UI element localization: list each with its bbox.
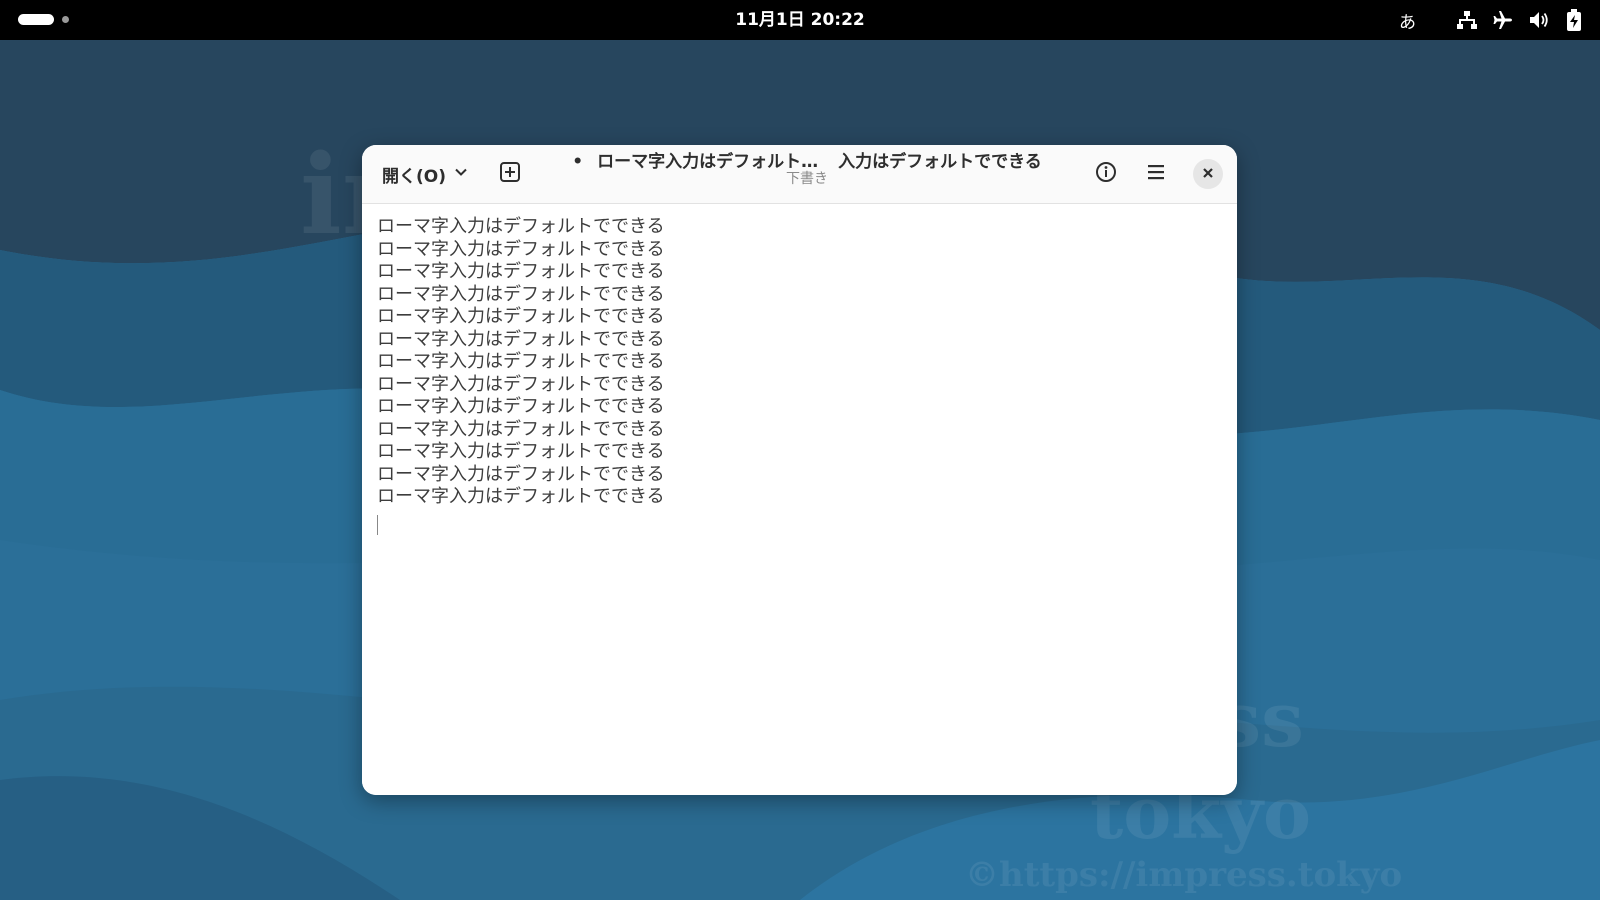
close-icon — [1201, 165, 1215, 184]
volume-icon — [1528, 9, 1550, 31]
window-title-secondary: 入力はデフォルトでできる — [838, 152, 1042, 172]
editor-line: ローマ字入力はデフォルトでできる — [377, 396, 665, 417]
document-info-button[interactable] — [1089, 157, 1123, 191]
airplane-mode-icon — [1492, 9, 1514, 31]
window-title-primary: ローマ字入力はデフォルト… — [597, 152, 819, 172]
window-title: • ローマ字入力はデフォルト… 入力はデフォルトでできる — [542, 151, 1072, 173]
text-editor-window: 開く(O) • ローマ字入力はデフォルト… 入力はデフォルトでできる 下書き ロ… — [362, 145, 1237, 795]
open-button-label: 開く(O) — [382, 166, 446, 187]
editor-line: ローマ字入力はデフォルトでできる — [377, 216, 665, 237]
editor-line: ローマ字入力はデフォルトでできる — [377, 463, 665, 485]
hamburger-menu-icon — [1145, 161, 1167, 187]
info-icon — [1095, 161, 1117, 187]
editor-line: ローマ字入力はデフォルトでできる — [377, 328, 665, 350]
header-bar: 開く(O) • ローマ字入力はデフォルト… 入力はデフォルトでできる 下書き — [362, 145, 1237, 204]
main-menu-button[interactable] — [1139, 157, 1173, 191]
open-button[interactable]: 開く(O) — [372, 157, 478, 191]
input-method-indicator[interactable]: あ — [1399, 8, 1416, 33]
editor-line: ローマ字入力はデフォルトでできる — [377, 441, 665, 462]
top-bar: 11月1日 20:22 あ — [0, 0, 1600, 40]
modified-indicator: • — [572, 152, 584, 172]
activities-indicator[interactable] — [18, 14, 69, 25]
editor-line: ローマ字入力はデフォルトでできる — [377, 261, 665, 282]
text-editor-area[interactable]: ローマ字入力はデフォルトでできる ローマ字入力はデフォルトでできる ローマ字入力はデ… — [362, 204, 1237, 795]
editor-text: ローマ字入力はデフォルトでできる ローマ字入力はデフォルトでできる ローマ字入力はデ… — [377, 216, 665, 509]
desktop: im ess tokyo ©https://impress.tokyo 11月1… — [0, 0, 1600, 900]
network-icon — [1456, 9, 1478, 31]
editor-line: ローマ字入力はデフォルトでできる — [377, 486, 665, 507]
workspace-active-indicator — [18, 14, 54, 25]
watermark-copyright: ©https://impress.tokyo — [965, 855, 1403, 895]
clock[interactable]: 11月1日 20:22 — [700, 0, 900, 40]
battery-icon — [1564, 8, 1584, 32]
editor-line: ローマ字入力はデフォルトでできる — [377, 373, 665, 395]
new-tab-button[interactable] — [493, 157, 527, 191]
editor-line: ローマ字入力はデフォルトでできる — [377, 351, 665, 372]
new-tab-icon — [499, 161, 521, 187]
editor-line: ローマ字入力はデフォルトでできる — [377, 306, 665, 327]
editor-line: ローマ字入力はデフォルトでできる — [377, 418, 665, 440]
workspace-indicator — [62, 16, 69, 23]
editor-line: ローマ字入力はデフォルトでできる — [377, 283, 665, 305]
chevron-down-icon — [454, 164, 468, 184]
close-button[interactable] — [1193, 159, 1223, 189]
system-tray[interactable]: あ — [1399, 0, 1584, 40]
window-title-area[interactable]: • ローマ字入力はデフォルト… 入力はデフォルトでできる 下書き — [542, 151, 1072, 187]
window-subtitle: 下書き — [786, 171, 828, 187]
text-cursor — [377, 515, 378, 535]
editor-line: ローマ字入力はデフォルトでできる — [377, 238, 665, 260]
